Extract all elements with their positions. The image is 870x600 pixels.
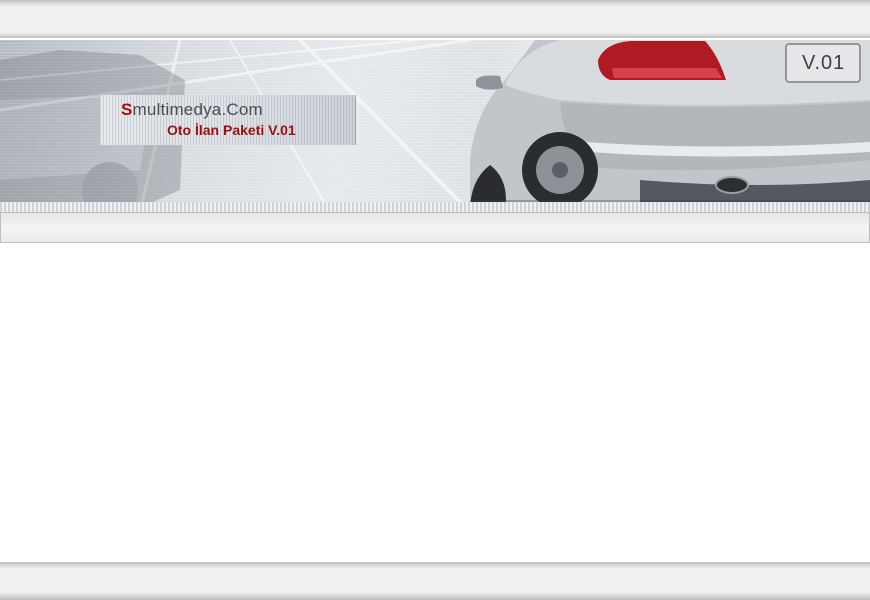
site-name-rest: multimedya.Com [132, 100, 263, 119]
site-logo[interactable]: Smultimedya.Com Oto İlan Paketi V.01 [100, 95, 356, 145]
page: Smultimedya.Com Oto İlan Paketi V.01 V.0… [0, 0, 870, 600]
main-content [0, 243, 870, 561]
footer-bar [0, 562, 870, 600]
nav-bar [0, 212, 870, 243]
site-name-initial: S [121, 100, 133, 119]
ground-strip [0, 202, 870, 212]
license-plate-text: V.01 [802, 52, 846, 74]
top-bar [0, 0, 870, 38]
header-banner: Smultimedya.Com Oto İlan Paketi V.01 V.0… [0, 40, 870, 212]
site-tagline: Oto İlan Paketi V.01 [167, 122, 296, 138]
site-name: Smultimedya.Com [121, 100, 263, 120]
